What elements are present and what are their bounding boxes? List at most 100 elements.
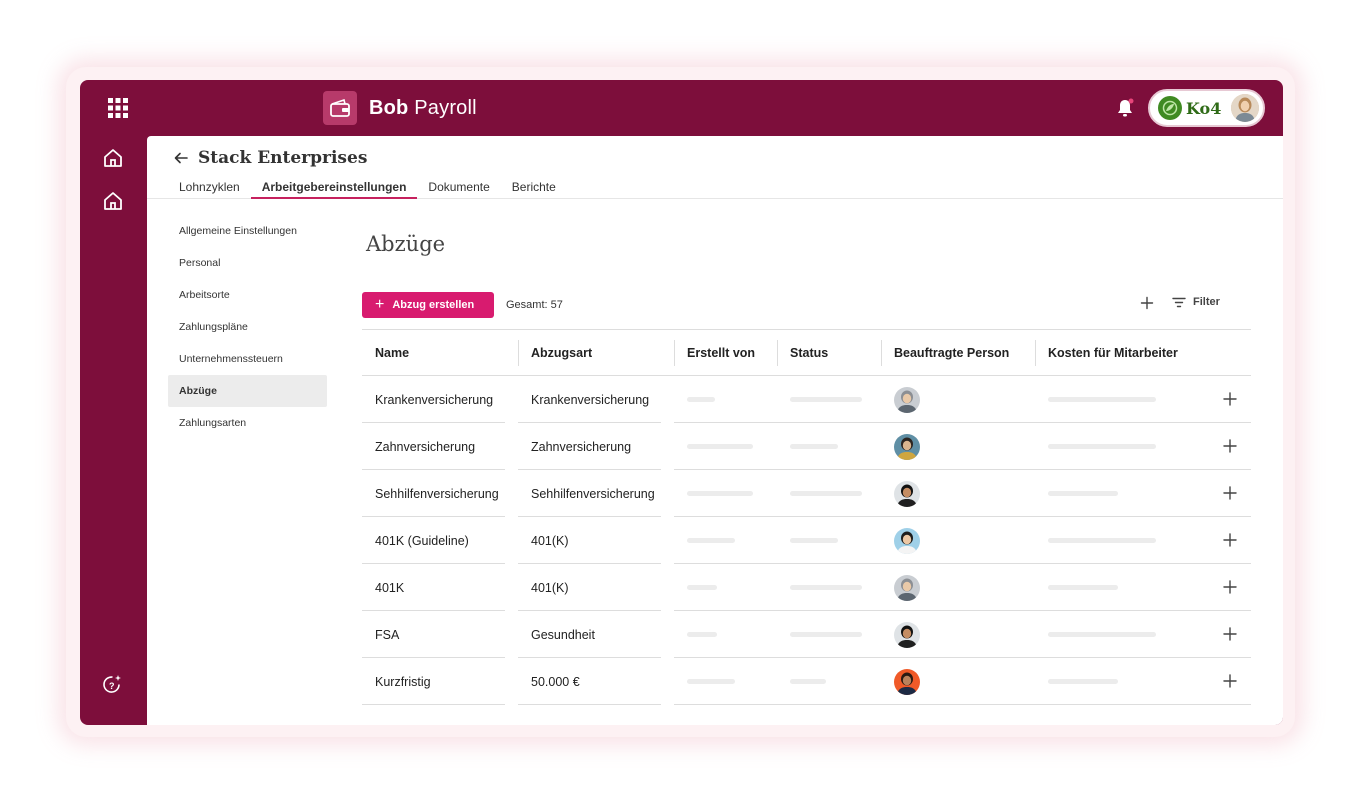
cell-beauftragte-person — [881, 376, 1035, 423]
row-add-plus-icon[interactable] — [1223, 674, 1237, 688]
cell-name: FSA — [375, 627, 400, 642]
filter-button[interactable]: Filter — [1172, 296, 1220, 308]
cell-erstellt-von — [674, 470, 777, 517]
help-sparkle-icon[interactable]: ? — [101, 674, 123, 696]
home-icon[interactable] — [102, 190, 124, 212]
loading-placeholder — [790, 632, 862, 637]
row-divider — [518, 704, 661, 705]
cell-status — [777, 564, 881, 611]
user-avatar[interactable] — [1231, 94, 1259, 122]
wallet-icon — [323, 91, 357, 125]
assignee-avatar[interactable] — [894, 386, 920, 413]
loading-placeholder — [790, 397, 862, 402]
cell-erstellt-von — [674, 564, 777, 611]
cell-kosten — [1035, 611, 1205, 658]
deductions-table: Name Abzugsart Erstellt von Status Beauf… — [362, 329, 1251, 705]
add-column-plus-icon[interactable] — [1140, 296, 1154, 310]
tab-lohnzyklen[interactable]: Lohnzyklen — [168, 176, 251, 199]
notification-bell-icon[interactable] — [1114, 97, 1136, 119]
brand-name: Bob Payroll — [369, 96, 477, 119]
cell-abzugsart: Sehhilfenversicherung — [531, 486, 655, 501]
cell-status — [777, 611, 881, 658]
company-title: Stack Enterprises — [198, 148, 368, 168]
table-row[interactable]: 401K (Guideline) 401(K) — [362, 517, 1251, 564]
tab-berichte[interactable]: Berichte — [501, 176, 567, 199]
table-row[interactable]: FSA Gesundheit — [362, 611, 1251, 658]
loading-placeholder — [687, 397, 715, 402]
cell-status — [777, 658, 881, 705]
total-value: 57 — [550, 299, 563, 311]
cell-name: Krankenversicherung — [375, 392, 494, 407]
subnav-item-unternehmenssteuern[interactable]: Unternehmenssteuern — [168, 343, 327, 375]
cell-beauftragte-person — [881, 564, 1035, 611]
assignee-avatar[interactable] — [894, 527, 920, 554]
cell-name: 401K — [375, 580, 405, 595]
row-add-plus-icon[interactable] — [1223, 439, 1237, 453]
cell-name: Sehhilfenversicherung — [375, 486, 499, 501]
assignee-avatar[interactable] — [894, 621, 920, 648]
cell-name: 401K (Guideline) — [375, 533, 469, 548]
company-switcher[interactable]: Ko4 — [1148, 89, 1265, 127]
main-content: Stack Enterprises Lohnzyklen Arbeitgeber… — [147, 136, 1283, 725]
subnav-item-allgemeine-einstellungen[interactable]: Allgemeine Einstellungen — [168, 215, 327, 247]
back-arrow-icon[interactable] — [173, 150, 189, 166]
tab-bar: Lohnzyklen Arbeitgebereinstellungen Doku… — [168, 176, 567, 199]
assignee-avatar[interactable] — [894, 668, 920, 695]
assignee-avatar[interactable] — [894, 480, 920, 507]
subnav-item-zahlungsplaene[interactable]: Zahlungspläne — [168, 311, 327, 343]
table-body: Krankenversicherung Krankenversicherung — [362, 376, 1251, 705]
subnav-item-zahlungsarten[interactable]: Zahlungsarten — [168, 407, 327, 439]
cell-erstellt-von — [674, 658, 777, 705]
cell-name: Kurzfristig — [375, 674, 431, 689]
loading-placeholder — [687, 538, 735, 543]
row-add-plus-icon[interactable] — [1223, 533, 1237, 547]
cell-kosten — [1035, 517, 1205, 564]
row-add-plus-icon[interactable] — [1223, 392, 1237, 406]
subnav-item-abzuege[interactable]: Abzüge — [168, 375, 327, 407]
row-add-plus-icon[interactable] — [1223, 627, 1237, 641]
loading-placeholder — [1048, 538, 1156, 543]
subnav-item-arbeitsorte[interactable]: Arbeitsorte — [168, 279, 327, 311]
column-header-name[interactable]: Name — [362, 330, 518, 376]
column-header-beauftragte-person[interactable]: Beauftragte Person — [881, 330, 1035, 376]
assignee-avatar[interactable] — [894, 574, 920, 601]
column-header-abzugsart[interactable]: Abzugsart — [518, 330, 674, 376]
cell-abzugsart: 401(K) — [531, 580, 569, 595]
cell-abzugsart: Zahnversicherung — [531, 439, 632, 454]
cell-kosten — [1035, 423, 1205, 470]
cell-status — [777, 517, 881, 564]
loading-placeholder — [790, 444, 838, 449]
column-header-erstellt-von[interactable]: Erstellt von — [674, 330, 777, 376]
column-header-kosten-fuer-mitarbeiter[interactable]: Kosten für Mitarbeiter — [1035, 330, 1251, 376]
loading-placeholder — [1048, 632, 1156, 637]
subnav-item-personal[interactable]: Personal — [168, 247, 327, 279]
brand[interactable]: Bob Payroll — [323, 91, 477, 125]
assignee-avatar[interactable] — [894, 433, 920, 460]
svg-text:?: ? — [109, 681, 115, 691]
cell-erstellt-von — [674, 611, 777, 658]
create-deduction-button[interactable]: + Abzug erstellen — [362, 292, 494, 318]
cell-abzugsart: 50.000 € — [531, 674, 580, 689]
row-add-plus-icon[interactable] — [1223, 580, 1237, 594]
loading-placeholder — [790, 538, 838, 543]
tab-dokumente[interactable]: Dokumente — [417, 176, 500, 199]
cell-abzugsart: 401(K) — [531, 533, 569, 548]
table-row[interactable]: 401K 401(K) — [362, 564, 1251, 611]
cell-beauftragte-person — [881, 470, 1035, 517]
table-row[interactable]: Zahnversicherung Zahnversicherung — [362, 423, 1251, 470]
cell-beauftragte-person — [881, 611, 1035, 658]
row-divider — [362, 704, 505, 705]
home-icon[interactable] — [102, 147, 124, 169]
loading-placeholder — [790, 585, 862, 590]
table-row[interactable]: Kurzfristig 50.000 € — [362, 658, 1251, 705]
table-row[interactable]: Krankenversicherung Krankenversicherung — [362, 376, 1251, 423]
tab-arbeitgebereinstellungen[interactable]: Arbeitgebereinstellungen — [250, 176, 418, 199]
column-header-status[interactable]: Status — [777, 330, 881, 376]
row-add-plus-icon[interactable] — [1223, 486, 1237, 500]
loading-placeholder — [1048, 444, 1156, 449]
cell-kosten — [1035, 376, 1205, 423]
table-row[interactable]: Sehhilfenversicherung Sehhilfenversicher… — [362, 470, 1251, 517]
cell-status — [777, 423, 881, 470]
app-grid-icon[interactable] — [108, 98, 128, 118]
loading-placeholder — [687, 491, 753, 496]
